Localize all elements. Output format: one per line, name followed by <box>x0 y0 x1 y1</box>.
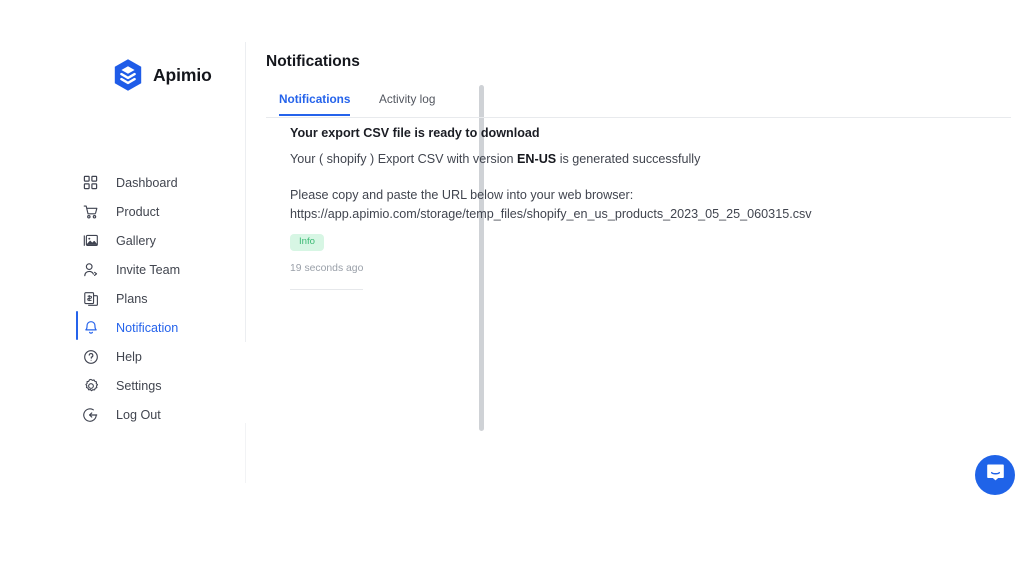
page-title: Notifications <box>266 53 360 70</box>
notification-timestamp: 19 seconds ago <box>290 262 364 274</box>
question-circle-icon <box>82 348 99 365</box>
active-indicator-bar <box>76 311 78 340</box>
logout-icon <box>82 406 99 423</box>
bell-icon <box>82 319 99 336</box>
brand-name: Apimio <box>153 64 212 85</box>
tab-notifications[interactable]: Notifications <box>279 92 351 116</box>
sidebar-item-label: Plans <box>116 291 148 306</box>
page-scrollbar[interactable] <box>239 42 484 482</box>
image-icon <box>82 232 99 249</box>
user-plus-icon <box>82 261 99 278</box>
sidebar-item-plans[interactable]: Plans <box>0 284 243 313</box>
chat-widget-button[interactable] <box>975 455 1015 495</box>
sidebar-item-label: Dashboard <box>116 175 178 190</box>
sidebar-item-invite-team[interactable]: Invite Team <box>0 255 243 284</box>
notification-divider <box>290 288 363 290</box>
main-content: Notifications Notifications Activity log… <box>246 0 1024 582</box>
sidebar-item-gallery[interactable]: Gallery <box>0 226 243 255</box>
notification-title: Your export CSV file is ready to downloa… <box>290 126 540 140</box>
sidebar: Apimio Dashboard Product Gallery Invite … <box>0 0 243 582</box>
sidebar-item-label: Product <box>116 204 160 219</box>
notification-url[interactable]: https://app.apimio.com/storage/temp_file… <box>290 207 990 221</box>
tab-activity-log[interactable]: Activity log <box>379 92 435 114</box>
status-badge: Info <box>290 234 325 251</box>
sidebar-item-settings[interactable]: Settings <box>0 371 243 400</box>
app-root: Apimio Dashboard Product Gallery Invite … <box>0 0 1024 582</box>
billing-icon <box>82 290 99 307</box>
sidebar-nav: Dashboard Product Gallery Invite Team Pl… <box>0 168 243 429</box>
sidebar-item-log-out[interactable]: Log Out <box>0 400 243 429</box>
apimio-hexagon-layers-logo-icon <box>112 58 144 92</box>
brand-logo[interactable]: Apimio <box>112 58 212 92</box>
sidebar-item-notification[interactable]: Notification <box>0 311 243 342</box>
sidebar-item-label: Settings <box>116 378 162 393</box>
notification-subtitle-suffix: is generated successfully <box>556 152 701 166</box>
sidebar-item-help[interactable]: Help <box>0 342 243 371</box>
sidebar-item-label: Gallery <box>116 233 156 248</box>
intercom-messenger-icon <box>985 462 1006 488</box>
grid-icon <box>82 174 99 191</box>
notification-version: EN-US <box>517 152 557 166</box>
notification-instruction: Please copy and paste the URL below into… <box>290 188 634 202</box>
sidebar-item-label: Notification <box>116 320 179 335</box>
gear-icon <box>82 377 99 394</box>
sidebar-item-product[interactable]: Product <box>0 197 243 226</box>
sidebar-item-label: Log Out <box>116 407 161 422</box>
notification-subtitle: Your ( shopify ) Export CSV with version… <box>290 152 990 166</box>
sidebar-item-label: Invite Team <box>116 262 181 277</box>
sidebar-item-label: Help <box>116 349 142 364</box>
notification-item: Your export CSV file is ready to downloa… <box>290 126 990 290</box>
tab-bar: Notifications Activity log <box>266 92 1011 118</box>
cart-icon <box>82 203 99 220</box>
sidebar-item-dashboard[interactable]: Dashboard <box>0 168 243 197</box>
notification-subtitle-prefix: Your ( shopify ) Export CSV with version <box>290 152 518 166</box>
